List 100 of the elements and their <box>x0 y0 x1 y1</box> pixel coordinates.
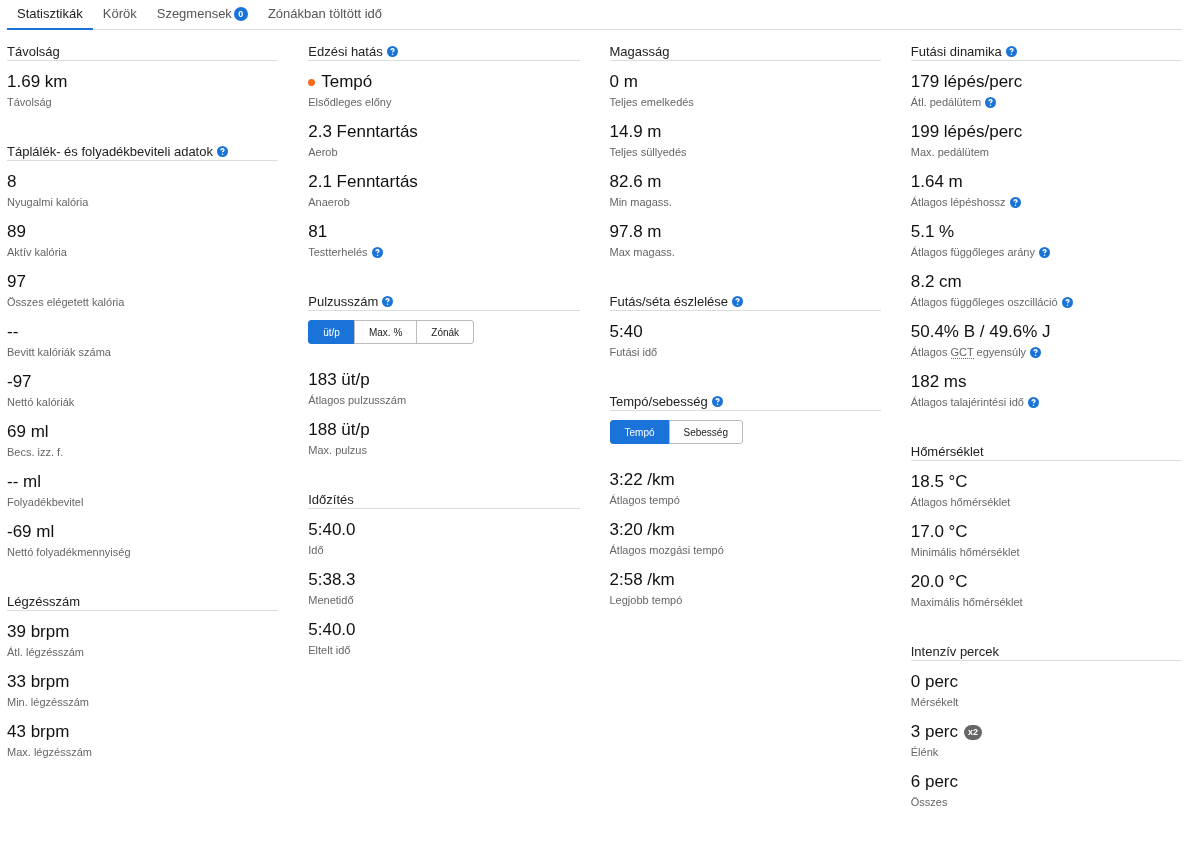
stat-value: 5:40.0 <box>308 520 356 540</box>
stat-value: 82.6 m <box>609 172 662 192</box>
stat-value: 2.1 Fenntartás <box>308 172 418 192</box>
stat-label: Legjobb tempó <box>609 594 683 606</box>
stat-value: 5:40.0 <box>308 620 356 640</box>
stat-value: 5.1 % <box>910 222 955 242</box>
stat-label: Bevitt kalóriák száma <box>7 346 111 358</box>
help-icon[interactable] <box>386 46 398 57</box>
stat-label: Átlagos mozgási tempó <box>609 544 724 556</box>
stat-label: Aktív kalória <box>7 246 67 258</box>
stat-label: Idő <box>308 544 324 556</box>
stat-label: Futási idő <box>609 346 658 358</box>
help-icon[interactable] <box>1009 196 1021 208</box>
stat-value: 69 ml <box>7 422 49 442</box>
toggle-button[interactable]: Sebesség <box>668 420 743 444</box>
stat-value: 0 perc <box>910 672 958 692</box>
stat-value: 39 brpm <box>7 622 70 642</box>
stat-value: 97 <box>7 272 26 292</box>
stat-value: -- <box>7 322 19 342</box>
stat-label: Menetidő <box>308 594 354 606</box>
stat-value: 3 perc <box>910 722 958 742</box>
section-title: Futási dinamika <box>910 44 1002 59</box>
stat-value: 8.2 cm <box>910 272 962 292</box>
stat-value: 188 üt/p <box>308 420 370 440</box>
stat-value: 20.0 °C <box>910 572 968 592</box>
stat-value: 14.9 m <box>609 122 662 142</box>
stat-label: Átlagos függőleges arány <box>910 246 1035 258</box>
stat-value: -69 ml <box>7 522 55 542</box>
toggle-button[interactable]: Max. % <box>353 320 418 344</box>
stat-label: Nettó folyadékmennyiség <box>7 546 131 558</box>
stat-label: Eltelt idő <box>308 644 351 656</box>
tab[interactable]: Körök <box>92 0 147 30</box>
help-icon[interactable] <box>711 396 723 407</box>
stat-label: Átl. pedálütem <box>910 96 982 108</box>
help-icon[interactable] <box>1038 246 1050 258</box>
stat-value: 18.5 °C <box>910 472 968 492</box>
section-title: Hőmérséklet <box>910 444 984 459</box>
section-title: Időzítés <box>308 492 354 507</box>
stat-value: 81 <box>308 222 328 242</box>
stat-label: Átl. légzésszám <box>7 646 85 658</box>
stat-label: Aerob <box>308 146 338 158</box>
stat-label: Átlagos talajérintési idő <box>910 396 1024 408</box>
stat-label: Átlagos hőmérséklet <box>910 496 1011 508</box>
stat-value: 5:40 <box>609 322 643 342</box>
tab[interactable]: Statisztikák <box>7 0 93 30</box>
stat-label: Összes elégetett kalória <box>7 296 125 308</box>
stat-value: 183 üt/p <box>308 370 370 390</box>
stat-value: 1.64 m <box>910 172 963 192</box>
help-icon[interactable] <box>1027 396 1039 408</box>
section-title: Futás/séta észlelése <box>609 294 728 309</box>
stat-label: Max. pulzus <box>308 444 367 456</box>
stat-value: 5:38.3 <box>308 570 356 590</box>
help-icon[interactable] <box>985 96 997 108</box>
stat-value: 97.8 m <box>609 222 662 242</box>
stat-value: 8 <box>7 172 17 192</box>
stat-label: Átlagos lépéshossz <box>910 196 1006 208</box>
help-icon[interactable] <box>1005 46 1017 57</box>
stat-label: Min magass. <box>609 196 672 208</box>
count-badge: 0 <box>233 6 248 21</box>
section-title: Edzési hatás <box>308 44 383 59</box>
tab[interactable]: Zónákban töltött idő <box>257 0 393 30</box>
help-icon[interactable] <box>216 146 228 157</box>
tab[interactable]: Szegmensek 0 <box>146 0 258 30</box>
section-title: Távolság <box>7 44 60 59</box>
stat-label: Átlagos GCT egyensúly <box>910 346 1027 358</box>
stat-label: Teljes emelkedés <box>609 96 694 108</box>
section-title: Táplálék- és folyadékbeviteli adatok <box>7 144 213 159</box>
stat-value: 3:22 /km <box>609 470 675 490</box>
stat-label: Átlagos függőleges oszcilláció <box>910 296 1058 308</box>
help-icon[interactable] <box>371 246 383 258</box>
stat-label: Min. légzésszám <box>7 696 89 708</box>
stat-value: Tempó <box>321 72 373 92</box>
stat-value: 179 lépés/perc <box>910 72 1023 92</box>
help-icon[interactable] <box>732 296 743 307</box>
stat-value: 1.69 km <box>7 72 68 92</box>
stat-label: Becs. izz. f. <box>7 446 64 458</box>
stat-value: 2:58 /km <box>609 570 675 590</box>
stat-label: Átlagos pulzusszám <box>308 394 407 406</box>
stat-value: 17.0 °C <box>910 522 968 542</box>
stat-value: -- ml <box>7 472 41 492</box>
stat-label: Összes <box>910 796 948 808</box>
section-title: Légzésszám <box>7 594 80 609</box>
toggle-button[interactable]: üt/p <box>308 320 355 344</box>
help-icon[interactable] <box>1061 296 1073 308</box>
stat-label: Testterhelés <box>308 246 368 258</box>
stat-value: 33 brpm <box>7 672 70 692</box>
stat-value: 2.3 Fenntartás <box>308 122 418 142</box>
stat-value: 43 brpm <box>7 722 70 742</box>
toggle-button[interactable]: Zónák <box>416 320 475 344</box>
stat-value: 6 perc <box>910 772 958 792</box>
stat-value: 199 lépés/perc <box>910 122 1023 142</box>
toggle-button[interactable]: Tempó <box>609 420 670 444</box>
stat-label: Minimális hőmérséklet <box>910 546 1020 558</box>
stat-value: 0 m <box>609 72 638 92</box>
stat-label: Folyadékbevitel <box>7 496 84 508</box>
help-icon[interactable] <box>1030 346 1042 358</box>
stat-value: 3:20 /km <box>609 520 675 540</box>
stat-label: Nettó kalóriák <box>7 396 75 408</box>
help-icon[interactable] <box>382 296 394 307</box>
stat-label: Max. pedálütem <box>910 146 989 158</box>
